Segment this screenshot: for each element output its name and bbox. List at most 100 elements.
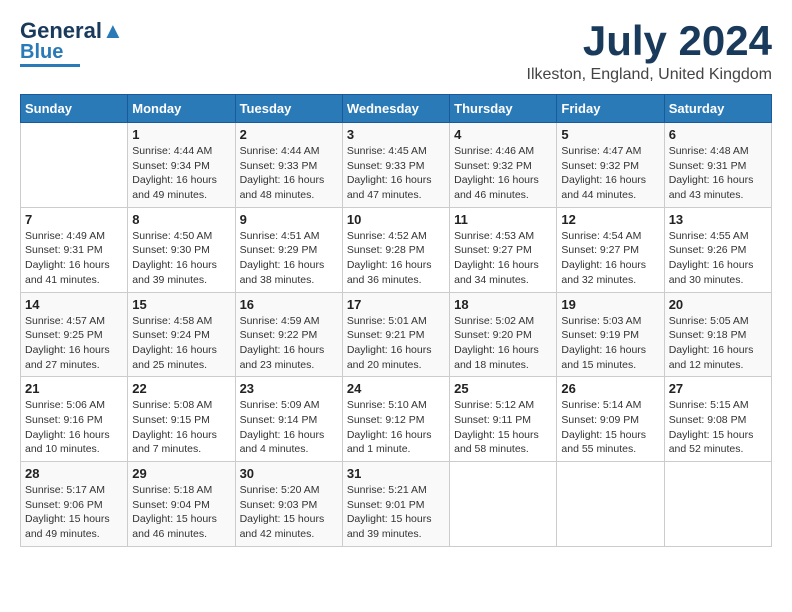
calendar-cell: 19Sunrise: 5:03 AM Sunset: 9:19 PM Dayli… (557, 292, 664, 377)
day-number: 12 (561, 212, 659, 227)
calendar-cell: 29 Sunrise: 5:18 AM Sunset: 9:04 PM Dayli… (128, 462, 235, 547)
day-number: 23 (240, 381, 338, 396)
calendar-cell: 30 Sunrise: 5:20 AM Sunset: 9:03 PM Dayli… (235, 462, 342, 547)
col-header-sunday: Sunday (21, 95, 128, 123)
day-info: Sunrise: 5:18 AM Sunset: 9:04 PM Dayligh… (132, 483, 230, 542)
calendar-week-1: 1 Sunrise: 4:44 AM Sunset: 9:34 PM Daylig… (21, 123, 772, 208)
calendar-cell: 16 Sunrise: 4:59 AM Sunset: 9:22 PM Dayli… (235, 292, 342, 377)
day-number: 13 (669, 212, 767, 227)
day-info: Sunrise: 5:01 AM Sunset: 9:21 PM Dayligh… (347, 314, 445, 373)
day-info: Sunrise: 5:09 AM Sunset: 9:14 PM Dayligh… (240, 398, 338, 457)
day-info: Sunrise: 4:52 AM Sunset: 9:28 PM Dayligh… (347, 229, 445, 288)
day-info: Sunrise: 5:20 AM Sunset: 9:03 PM Dayligh… (240, 483, 338, 542)
day-number: 5 (561, 127, 659, 142)
day-number: 10 (347, 212, 445, 227)
calendar-cell: 2 Sunrise: 4:44 AM Sunset: 9:33 PM Daylig… (235, 123, 342, 208)
day-info: Sunrise: 4:46 AM Sunset: 9:32 PM Dayligh… (454, 144, 552, 203)
calendar-week-3: 14Sunrise: 4:57 AM Sunset: 9:25 PM Dayli… (21, 292, 772, 377)
month-title: July 2024 (527, 20, 772, 62)
calendar-cell: 24Sunrise: 5:10 AM Sunset: 9:12 PM Dayli… (342, 377, 449, 462)
day-number: 18 (454, 297, 552, 312)
day-number: 2 (240, 127, 338, 142)
calendar-cell: 23 Sunrise: 5:09 AM Sunset: 9:14 PM Dayli… (235, 377, 342, 462)
calendar-cell: 13Sunrise: 4:55 AM Sunset: 9:26 PM Dayli… (664, 207, 771, 292)
calendar-cell: 12 Sunrise: 4:54 AM Sunset: 9:27 PM Dayli… (557, 207, 664, 292)
calendar-week-4: 21 Sunrise: 5:06 AM Sunset: 9:16 PM Dayli… (21, 377, 772, 462)
calendar-cell: 10 Sunrise: 4:52 AM Sunset: 9:28 PM Dayli… (342, 207, 449, 292)
day-info: Sunrise: 5:05 AM Sunset: 9:18 PM Dayligh… (669, 314, 767, 373)
calendar-cell: 15 Sunrise: 4:58 AM Sunset: 9:24 PM Dayli… (128, 292, 235, 377)
day-number: 19 (561, 297, 659, 312)
day-info: Sunrise: 4:48 AM Sunset: 9:31 PM Dayligh… (669, 144, 767, 203)
title-area: July 2024 Ilkeston, England, United King… (527, 20, 772, 84)
calendar-cell (664, 462, 771, 547)
calendar-cell (21, 123, 128, 208)
calendar-cell: 21 Sunrise: 5:06 AM Sunset: 9:16 PM Dayli… (21, 377, 128, 462)
day-info: Sunrise: 4:58 AM Sunset: 9:24 PM Dayligh… (132, 314, 230, 373)
day-info: Sunrise: 4:44 AM Sunset: 9:33 PM Dayligh… (240, 144, 338, 203)
calendar-cell: 20 Sunrise: 5:05 AM Sunset: 9:18 PM Dayli… (664, 292, 771, 377)
calendar-cell: 22Sunrise: 5:08 AM Sunset: 9:15 PM Dayli… (128, 377, 235, 462)
calendar-cell: 5 Sunrise: 4:47 AM Sunset: 9:32 PM Daylig… (557, 123, 664, 208)
calendar-cell: 17 Sunrise: 5:01 AM Sunset: 9:21 PM Dayli… (342, 292, 449, 377)
day-info: Sunrise: 4:44 AM Sunset: 9:34 PM Dayligh… (132, 144, 230, 203)
calendar-cell: 1 Sunrise: 4:44 AM Sunset: 9:34 PM Daylig… (128, 123, 235, 208)
day-number: 17 (347, 297, 445, 312)
col-header-monday: Monday (128, 95, 235, 123)
day-info: Sunrise: 4:53 AM Sunset: 9:27 PM Dayligh… (454, 229, 552, 288)
calendar-cell: 25Sunrise: 5:12 AM Sunset: 9:11 PM Dayli… (450, 377, 557, 462)
day-number: 26 (561, 381, 659, 396)
col-header-tuesday: Tuesday (235, 95, 342, 123)
day-number: 15 (132, 297, 230, 312)
logo: General▲ Blue (20, 20, 124, 67)
day-info: Sunrise: 5:15 AM Sunset: 9:08 PM Dayligh… (669, 398, 767, 457)
logo-divider (20, 64, 80, 67)
day-number: 4 (454, 127, 552, 142)
col-header-wednesday: Wednesday (342, 95, 449, 123)
calendar-cell: 9Sunrise: 4:51 AM Sunset: 9:29 PM Daylig… (235, 207, 342, 292)
logo-blue-text: Blue (20, 42, 63, 62)
day-info: Sunrise: 5:21 AM Sunset: 9:01 PM Dayligh… (347, 483, 445, 542)
col-header-friday: Friday (557, 95, 664, 123)
day-number: 11 (454, 212, 552, 227)
day-info: Sunrise: 5:17 AM Sunset: 9:06 PM Dayligh… (25, 483, 123, 542)
calendar-header-row: SundayMondayTuesdayWednesdayThursdayFrid… (21, 95, 772, 123)
day-number: 3 (347, 127, 445, 142)
day-number: 31 (347, 466, 445, 481)
day-number: 22 (132, 381, 230, 396)
calendar-cell: 31 Sunrise: 5:21 AM Sunset: 9:01 PM Dayli… (342, 462, 449, 547)
calendar-cell (557, 462, 664, 547)
day-number: 29 (132, 466, 230, 481)
day-number: 28 (25, 466, 123, 481)
calendar-week-2: 7 Sunrise: 4:49 AM Sunset: 9:31 PM Daylig… (21, 207, 772, 292)
day-number: 7 (25, 212, 123, 227)
logo-text: General▲ (20, 20, 124, 42)
day-number: 9 (240, 212, 338, 227)
day-info: Sunrise: 4:45 AM Sunset: 9:33 PM Dayligh… (347, 144, 445, 203)
day-number: 21 (25, 381, 123, 396)
calendar-cell: 8 Sunrise: 4:50 AM Sunset: 9:30 PM Daylig… (128, 207, 235, 292)
day-info: Sunrise: 4:49 AM Sunset: 9:31 PM Dayligh… (25, 229, 123, 288)
calendar-cell: 11 Sunrise: 4:53 AM Sunset: 9:27 PM Dayli… (450, 207, 557, 292)
day-number: 20 (669, 297, 767, 312)
day-number: 16 (240, 297, 338, 312)
day-number: 24 (347, 381, 445, 396)
day-number: 8 (132, 212, 230, 227)
day-number: 25 (454, 381, 552, 396)
day-number: 14 (25, 297, 123, 312)
day-info: Sunrise: 4:54 AM Sunset: 9:27 PM Dayligh… (561, 229, 659, 288)
day-info: Sunrise: 5:02 AM Sunset: 9:20 PM Dayligh… (454, 314, 552, 373)
location: Ilkeston, England, United Kingdom (527, 66, 772, 84)
day-info: Sunrise: 4:59 AM Sunset: 9:22 PM Dayligh… (240, 314, 338, 373)
calendar-cell (450, 462, 557, 547)
day-number: 1 (132, 127, 230, 142)
calendar-cell: 6 Sunrise: 4:48 AM Sunset: 9:31 PM Daylig… (664, 123, 771, 208)
day-info: Sunrise: 4:50 AM Sunset: 9:30 PM Dayligh… (132, 229, 230, 288)
col-header-saturday: Saturday (664, 95, 771, 123)
day-number: 6 (669, 127, 767, 142)
day-info: Sunrise: 4:47 AM Sunset: 9:32 PM Dayligh… (561, 144, 659, 203)
day-number: 30 (240, 466, 338, 481)
calendar-cell: 3 Sunrise: 4:45 AM Sunset: 9:33 PM Daylig… (342, 123, 449, 208)
day-info: Sunrise: 5:06 AM Sunset: 9:16 PM Dayligh… (25, 398, 123, 457)
calendar-cell: 4 Sunrise: 4:46 AM Sunset: 9:32 PM Daylig… (450, 123, 557, 208)
